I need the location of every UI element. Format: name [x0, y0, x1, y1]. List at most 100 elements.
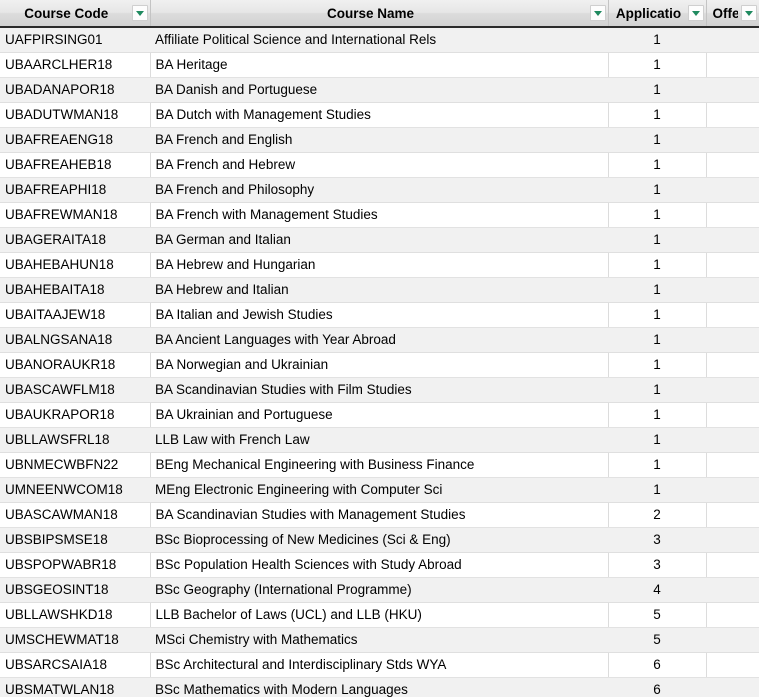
cell-course-code[interactable]: UBADANAPOR18	[0, 77, 150, 103]
table-row[interactable]: UBSBIPSMSE18 BSc Bioprocessing of New Med…	[0, 527, 759, 553]
table-row[interactable]: UBAFREAPHI18 BA French and Philosophy 1	[0, 177, 759, 203]
cell-applications[interactable]: 3	[608, 552, 707, 578]
cell-offers[interactable]	[706, 552, 759, 578]
cell-offers[interactable]	[706, 377, 759, 403]
cell-course-name[interactable]: BA French and English	[150, 127, 608, 153]
cell-offers[interactable]	[706, 277, 759, 303]
cell-applications[interactable]: 1	[608, 302, 707, 328]
cell-applications[interactable]: 1	[608, 77, 706, 103]
cell-offers[interactable]	[706, 127, 759, 153]
cell-offers[interactable]	[706, 352, 759, 378]
cell-offers[interactable]	[706, 177, 759, 203]
cell-course-name[interactable]: LLB Law with French Law	[150, 427, 608, 453]
cell-applications[interactable]: 1	[608, 377, 706, 403]
cell-offers[interactable]	[706, 302, 759, 328]
cell-course-name[interactable]: Affiliate Political Science and Internat…	[150, 27, 608, 53]
cell-applications[interactable]: 1	[608, 127, 706, 153]
cell-course-name[interactable]: BEng Mechanical Engineering with Busines…	[150, 452, 609, 478]
cell-applications[interactable]: 1	[608, 152, 707, 178]
table-row[interactable]: UAFPIRSING01 Affiliate Political Science …	[0, 27, 759, 53]
table-row[interactable]: UBLLAWSHKD18 LLB Bachelor of Laws (UCL) a…	[0, 602, 759, 628]
table-row[interactable]: UBANORAUKR18 BA Norwegian and Ukrainian 1	[0, 352, 759, 378]
cell-applications[interactable]: 4	[608, 577, 706, 603]
table-row[interactable]: UBAARCLHER18 BA Heritage 1	[0, 52, 759, 78]
table-row[interactable]: UBSGEOSINT18 BSc Geography (International…	[0, 577, 759, 603]
cell-course-code[interactable]: UBSARCSAIA18	[0, 652, 151, 678]
cell-course-code[interactable]: UBALNGSANA18	[0, 327, 150, 353]
cell-course-name[interactable]: BA French with Management Studies	[150, 202, 609, 228]
cell-course-code[interactable]: UBSMATWLAN18	[0, 677, 150, 697]
cell-applications[interactable]: 5	[608, 627, 706, 653]
cell-course-name[interactable]: BA Hebrew and Italian	[150, 277, 608, 303]
cell-applications[interactable]: 6	[608, 652, 707, 678]
cell-applications[interactable]: 1	[608, 177, 706, 203]
cell-course-code[interactable]: UBAHEBAHUN18	[0, 252, 151, 278]
cell-applications[interactable]: 1	[608, 327, 706, 353]
cell-offers[interactable]	[706, 627, 759, 653]
cell-applications[interactable]: 1	[608, 252, 707, 278]
cell-offers[interactable]	[706, 327, 759, 353]
cell-course-code[interactable]: UBAFREAHEB18	[0, 152, 151, 178]
cell-offers[interactable]	[706, 77, 759, 103]
filter-dropdown-applications[interactable]	[687, 5, 704, 21]
cell-applications[interactable]: 1	[608, 452, 707, 478]
cell-offers[interactable]	[706, 677, 759, 697]
cell-course-code[interactable]: UBLLAWSHKD18	[0, 602, 151, 628]
table-row[interactable]: UBNMECWBFN22 BEng Mechanical Engineering …	[0, 452, 759, 478]
table-row[interactable]: UBAFREAENG18 BA French and English 1	[0, 127, 759, 153]
cell-applications[interactable]: 1	[608, 427, 706, 453]
cell-course-name[interactable]: BA French and Philosophy	[150, 177, 608, 203]
cell-offers[interactable]	[706, 577, 759, 603]
table-row[interactable]: UBASCAWFLM18 BA Scandinavian Studies with…	[0, 377, 759, 403]
cell-course-code[interactable]: UBADUTWMAN18	[0, 102, 151, 128]
cell-course-name[interactable]: BSc Mathematics with Modern Languages	[150, 677, 608, 697]
cell-course-code[interactable]: UAFPIRSING01	[0, 27, 150, 53]
cell-offers[interactable]	[706, 502, 759, 528]
table-row[interactable]: UBADUTWMAN18 BA Dutch with Management Stu…	[0, 102, 759, 128]
cell-course-code[interactable]: UMSCHEWMAT18	[0, 627, 150, 653]
cell-offers[interactable]	[706, 202, 759, 228]
cell-course-code[interactable]: UBNMECWBFN22	[0, 452, 151, 478]
cell-course-name[interactable]: BSc Bioprocessing of New Medicines (Sci …	[150, 527, 608, 553]
cell-offers[interactable]	[706, 602, 759, 628]
table-row[interactable]: UBAUKRAPOR18 BA Ukrainian and Portuguese 1	[0, 402, 759, 428]
cell-course-name[interactable]: BA Norwegian and Ukrainian	[150, 352, 609, 378]
cell-offers[interactable]	[706, 527, 759, 553]
cell-course-name[interactable]: BA Heritage	[150, 52, 609, 78]
cell-offers[interactable]	[706, 102, 759, 128]
cell-course-name[interactable]: LLB Bachelor of Laws (UCL) and LLB (HKU)	[150, 602, 609, 628]
column-header-offers[interactable]: Offe	[706, 0, 759, 28]
cell-course-code[interactable]: UMNEENWCOM18	[0, 477, 150, 503]
table-row[interactable]: UBADANAPOR18 BA Danish and Portuguese 1	[0, 77, 759, 103]
table-row[interactable]: UBLLAWSFRL18 LLB Law with French Law 1	[0, 427, 759, 453]
table-row[interactable]: UBAFREAHEB18 BA French and Hebrew 1	[0, 152, 759, 178]
cell-course-code[interactable]: UBAGERAITA18	[0, 227, 150, 253]
cell-applications[interactable]: 1	[608, 227, 706, 253]
column-header-course-name[interactable]: Course Name	[150, 0, 609, 28]
cell-course-code[interactable]: UBAUKRAPOR18	[0, 402, 151, 428]
cell-course-name[interactable]: BA Scandinavian Studies with Management …	[150, 502, 609, 528]
cell-applications[interactable]: 1	[608, 52, 707, 78]
cell-course-name[interactable]: BA Ukrainian and Portuguese	[150, 402, 609, 428]
cell-applications[interactable]: 3	[608, 527, 706, 553]
cell-course-code[interactable]: UBLLAWSFRL18	[0, 427, 150, 453]
cell-course-code[interactable]: UBAHEBAITA18	[0, 277, 150, 303]
cell-offers[interactable]	[706, 452, 759, 478]
table-row[interactable]: UBSMATWLAN18 BSc Mathematics with Modern …	[0, 677, 759, 697]
cell-course-name[interactable]: BA Scandinavian Studies with Film Studie…	[150, 377, 608, 403]
cell-course-name[interactable]: MEng Electronic Engineering with Compute…	[150, 477, 608, 503]
cell-course-code[interactable]: UBAITAAJEW18	[0, 302, 151, 328]
cell-course-code[interactable]: UBSBIPSMSE18	[0, 527, 150, 553]
table-row[interactable]: UMSCHEWMAT18 MSci Chemistry with Mathemat…	[0, 627, 759, 653]
cell-course-name[interactable]: BA Danish and Portuguese	[150, 77, 608, 103]
cell-applications[interactable]: 1	[608, 277, 706, 303]
cell-course-code[interactable]: UBAFREWMAN18	[0, 202, 151, 228]
table-row[interactable]: UMNEENWCOM18 MEng Electronic Engineering …	[0, 477, 759, 503]
cell-course-name[interactable]: MSci Chemistry with Mathematics	[150, 627, 608, 653]
cell-course-name[interactable]: BSc Geography (International Programme)	[150, 577, 608, 603]
filter-dropdown-course-code[interactable]	[131, 5, 148, 21]
cell-applications[interactable]: 1	[608, 402, 707, 428]
cell-offers[interactable]	[706, 227, 759, 253]
cell-course-code[interactable]: UBAFREAENG18	[0, 127, 150, 153]
cell-offers[interactable]	[706, 252, 759, 278]
